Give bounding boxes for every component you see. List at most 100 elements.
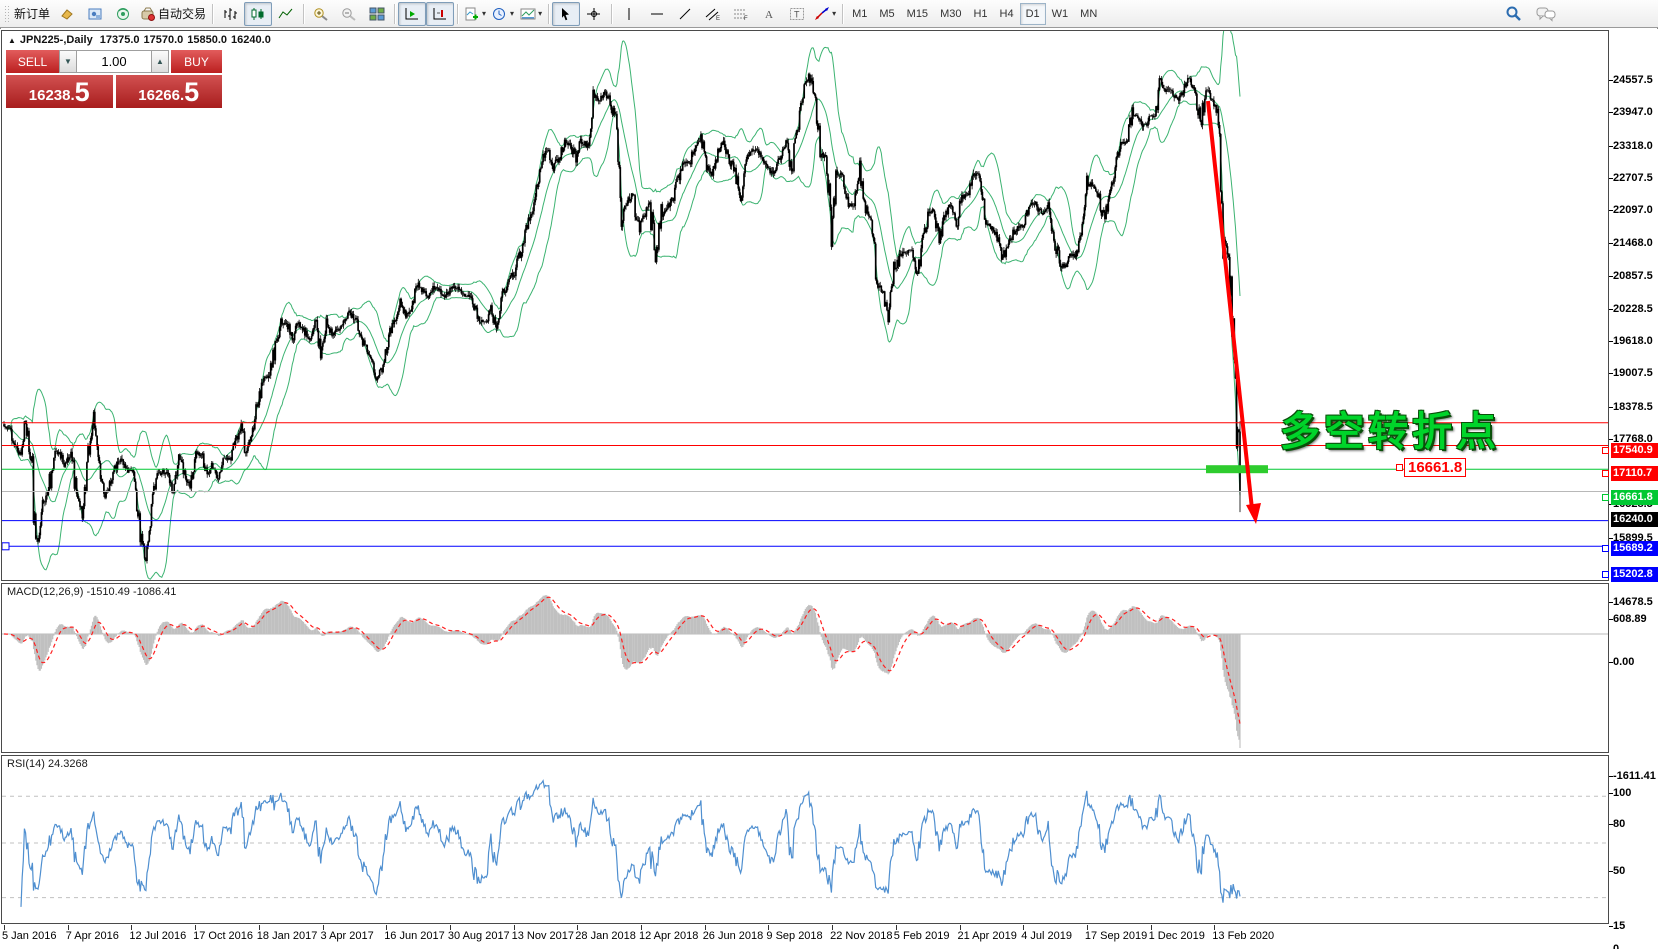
macd-panel[interactable]: MACD(12,26,9) -1510.49 -1086.41 [1,583,1609,753]
sell-button[interactable]: SELL [6,50,59,73]
chat-icon [1536,6,1556,22]
chart-area: ▲JPN225-,Daily 17375.017570.015850.01624… [0,29,1658,949]
line-anchor[interactable] [1602,571,1609,578]
separator [548,4,549,24]
macd-histogram [4,595,1240,748]
zoom-in-icon [313,7,329,21]
zoom-in-button[interactable] [307,2,335,26]
timeframe-button-h4[interactable]: H4 [994,3,1020,25]
tile-windows-button[interactable] [363,2,391,26]
dropdown-caret-icon: ▾ [538,9,542,18]
level-price-label: 17540.9 [1611,443,1658,458]
level-price-label: 16661.8 [1611,490,1658,505]
chat-button[interactable] [1532,2,1560,26]
timeframe-button-m1[interactable]: M1 [846,3,873,25]
date-label: 22 Nov 2018 [830,930,892,942]
text-button[interactable]: A [755,2,783,26]
dropdown-caret-icon: ▾ [832,9,836,18]
separator [457,4,458,24]
signal-icon [115,7,131,21]
new-order-button[interactable]: 新订单 [11,2,53,26]
timeframe-button-h1[interactable]: H1 [967,3,993,25]
cursor-button[interactable] [552,2,580,26]
auto-scroll-button[interactable] [398,2,426,26]
rsi-tick-label: 15 [1613,920,1625,932]
bar-chart-button[interactable] [216,2,244,26]
crosshair-icon [586,7,602,21]
main-chart-panel[interactable]: ▲JPN225-,Daily 17375.017570.015850.01624… [1,30,1609,581]
line-anchor[interactable] [1602,494,1609,501]
sell-off-arrow[interactable] [1208,101,1252,509]
macd-canvas[interactable] [2,584,1608,752]
collapse-icon[interactable]: ▲ [8,36,16,45]
sell-price-big-digit: 5 [75,79,90,106]
separator [394,4,395,24]
signal-button[interactable] [109,2,137,26]
date-label: 12 Jul 2016 [129,930,186,942]
timeframe-button-m30[interactable]: M30 [934,3,967,25]
line-anchor[interactable] [1602,447,1609,454]
crosshair-button[interactable] [580,2,608,26]
metaeditor-button[interactable] [53,2,81,26]
trendline-button[interactable] [671,2,699,26]
date-axis: 5 Jan 20167 Apr 201612 Jul 201617 Oct 20… [1,925,1609,949]
level-price-label: 15202.8 [1611,567,1658,582]
timeframe-button-mn[interactable]: MN [1074,3,1103,25]
indicators-button[interactable]: ▾ [461,2,489,26]
volume-input[interactable]: 1.00 [77,50,151,73]
candlestick-chart-button[interactable] [244,2,272,26]
fibonacci-button[interactable]: F [727,2,755,26]
date-label: 21 Apr 2019 [958,930,1017,942]
timeframe-button-d1[interactable]: D1 [1020,3,1046,25]
ohlc-high: 17570.0 [144,34,184,46]
ohlc-close: 16240.0 [231,34,271,46]
autotrading-button[interactable]: 自动交易 [137,2,209,26]
rsi-tick-label: 0 [1613,943,1619,949]
level-callout-label[interactable]: 16661.8 [1404,458,1466,477]
rsi-panel[interactable]: RSI(14) 24.3268 [1,755,1609,924]
timeframe-button-w1[interactable]: W1 [1046,3,1075,25]
buy-button[interactable]: BUY [171,50,222,73]
buy-quote[interactable]: 16266.5 [116,75,223,108]
rsi-canvas[interactable] [2,756,1608,923]
channel-button[interactable]: E [699,2,727,26]
horizontal-line-button[interactable] [643,2,671,26]
arrows-button[interactable]: ▾ [811,2,839,26]
one-click-trade-panel: SELL ▼ 1.00 ▲ BUY 16238.5 16266.5 [6,50,222,108]
volume-up-button[interactable]: ▲ [151,50,169,73]
chart-shift-button[interactable] [426,2,454,26]
line-anchor[interactable] [1602,545,1609,552]
macd-tick-label: 0.00 [1613,656,1634,668]
zoom-out-button[interactable] [335,2,363,26]
periods-button[interactable]: ▾ [489,2,517,26]
callout-anchor[interactable] [1396,464,1403,471]
main-chart-canvas[interactable] [2,31,1608,580]
svg-text:E: E [716,16,720,21]
sell-quote[interactable]: 16238.5 [6,75,113,108]
timeframe-button-m5[interactable]: M5 [873,3,900,25]
search-button[interactable] [1500,2,1528,26]
macd-tick-label: 608.89 [1613,613,1647,625]
sell-price: 16238. [29,86,75,106]
volume-down-button[interactable]: ▼ [59,50,77,73]
market-watch-button[interactable] [81,2,109,26]
clock-icon [492,7,508,21]
symbol-title: JPN225-,Daily [20,34,93,46]
horizontal-line-icon [650,7,664,21]
line-chart-button[interactable] [272,2,300,26]
bar-chart-icon [222,7,238,21]
ohlc-open: 17375.0 [100,34,140,46]
toolbar-grip[interactable] [4,5,9,23]
line-anchor[interactable] [1602,470,1609,477]
price-tick-label: 14678.5 [1613,596,1653,608]
timeframe-button-m15[interactable]: M15 [901,3,934,25]
auto-scroll-icon [404,7,420,21]
highlight-trend-segment[interactable] [1206,465,1268,473]
line-anchor-left[interactable] [2,543,9,550]
indicators-icon [464,7,480,21]
date-label: 26 Jun 2018 [703,930,764,942]
turning-point-annotation[interactable]: 多空转折点 [1280,399,1500,457]
vertical-line-button[interactable] [615,2,643,26]
templates-button[interactable]: ▾ [517,2,545,26]
text-label-button[interactable]: T [783,2,811,26]
